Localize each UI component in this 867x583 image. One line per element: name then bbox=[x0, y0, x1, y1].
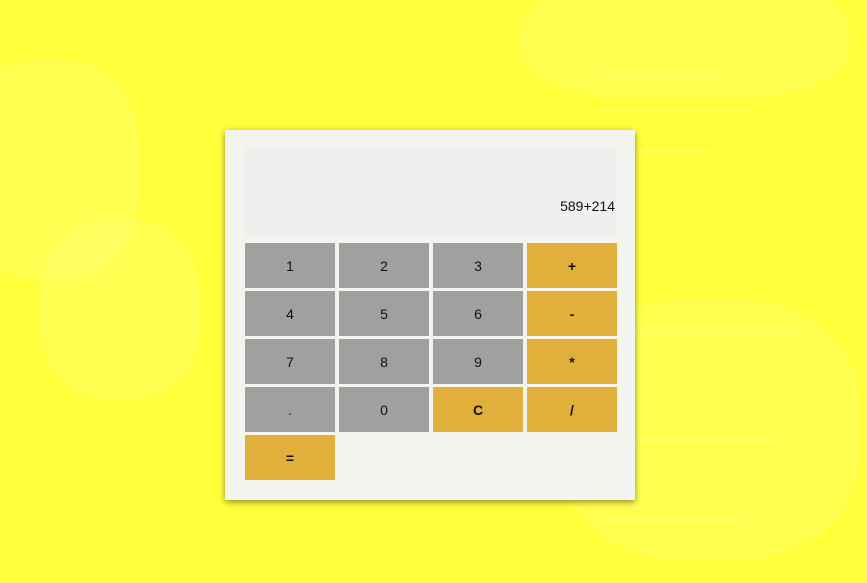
key-9[interactable]: 9 bbox=[433, 339, 523, 384]
key-7[interactable]: 7 bbox=[245, 339, 335, 384]
key-equals[interactable]: = bbox=[245, 435, 335, 480]
key-minus[interactable]: - bbox=[527, 291, 617, 336]
key-4[interactable]: 4 bbox=[245, 291, 335, 336]
display-value: 589+214 bbox=[560, 198, 615, 214]
keypad: 1 2 3 + 4 5 6 - 7 8 9 * . 0 C / = bbox=[245, 243, 621, 480]
key-5[interactable]: 5 bbox=[339, 291, 429, 336]
key-plus[interactable]: + bbox=[527, 243, 617, 288]
key-clear[interactable]: C bbox=[433, 387, 523, 432]
key-2[interactable]: 2 bbox=[339, 243, 429, 288]
calculator: 589+214 1 2 3 + 4 5 6 - 7 8 9 * . 0 C / … bbox=[225, 130, 635, 500]
key-8[interactable]: 8 bbox=[339, 339, 429, 384]
key-0[interactable]: 0 bbox=[339, 387, 429, 432]
key-3[interactable]: 3 bbox=[433, 243, 523, 288]
key-divide[interactable]: / bbox=[527, 387, 617, 432]
key-decimal[interactable]: . bbox=[245, 387, 335, 432]
key-6[interactable]: 6 bbox=[433, 291, 523, 336]
calculator-display: 589+214 bbox=[245, 146, 617, 238]
key-1[interactable]: 1 bbox=[245, 243, 335, 288]
key-multiply[interactable]: * bbox=[527, 339, 617, 384]
